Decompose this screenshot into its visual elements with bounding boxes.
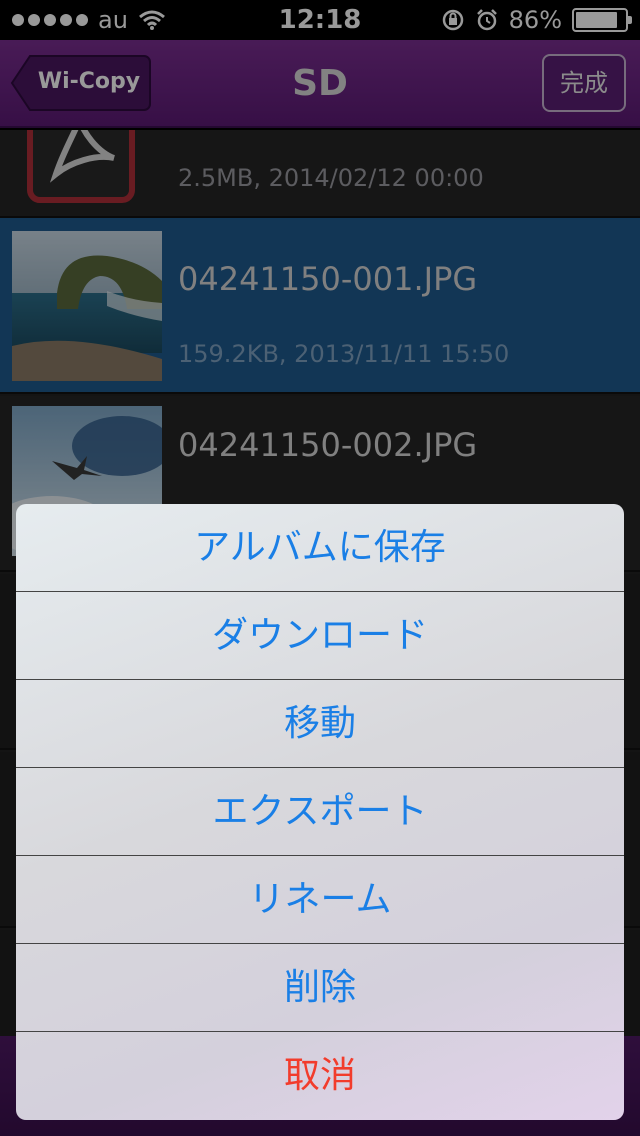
move-button[interactable]: 移動 [16,680,624,768]
download-button[interactable]: ダウンロード [16,592,624,680]
action-sheet: アルバムに保存 ダウンロード 移動 エクスポート リネーム 削除 取消 [16,504,624,1120]
cancel-button[interactable]: 取消 [16,1032,624,1120]
rename-button[interactable]: リネーム [16,856,624,944]
export-button[interactable]: エクスポート [16,768,624,856]
save-to-album-button[interactable]: アルバムに保存 [16,504,624,592]
delete-button[interactable]: 削除 [16,944,624,1032]
